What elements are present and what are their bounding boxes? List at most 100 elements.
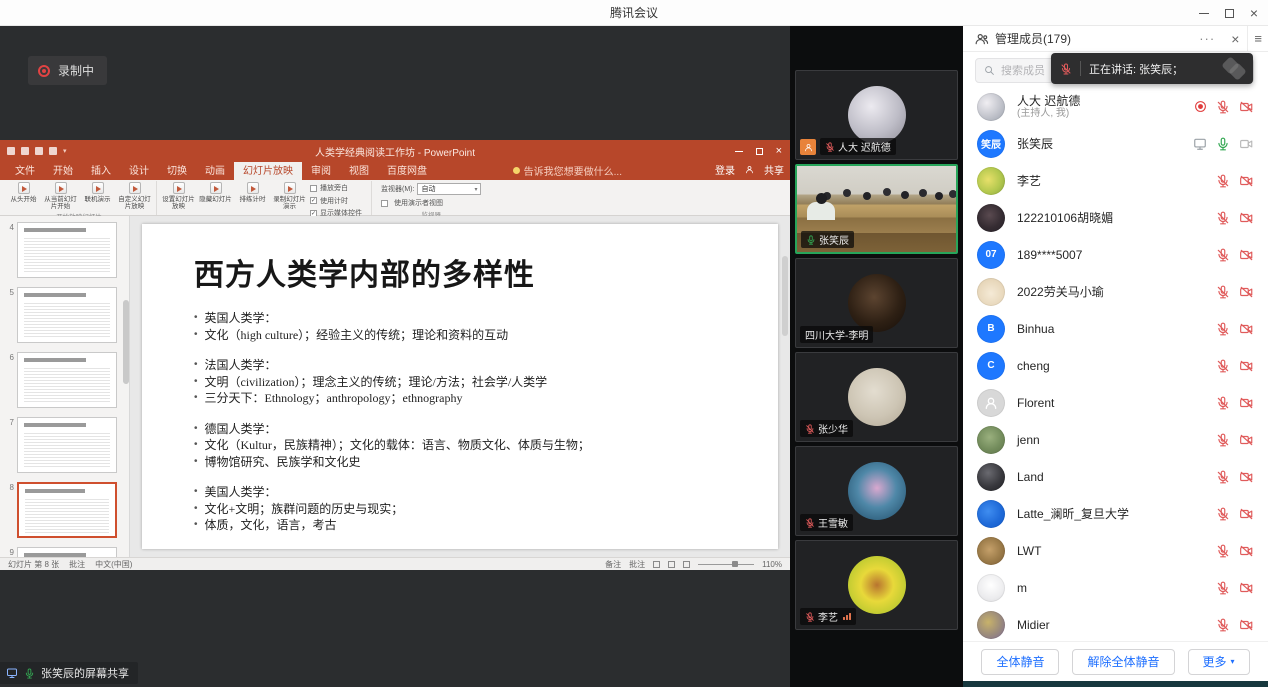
camera-toggle-icon[interactable] [1239,544,1254,558]
more-options-icon[interactable]: ··· [1191,31,1223,46]
slideshow-view-icon[interactable] [683,561,690,568]
mic-toggle-icon[interactable] [1216,211,1230,225]
mic-toggle-icon[interactable] [1216,470,1230,484]
slide-thumbnail-preview[interactable] [17,287,117,343]
member-row[interactable]: m [963,569,1268,606]
normal-view-icon[interactable] [653,561,660,568]
tell-me-box[interactable]: 告诉我您想要做什么... [505,161,630,181]
quick-access-toolbar[interactable]: ▾ [7,147,67,155]
ribbon-button[interactable]: 从当前幻灯片开始 [44,181,77,210]
video-tile[interactable]: 王雪敏 [795,446,958,536]
member-row[interactable]: 07 189****5007 [963,236,1268,273]
camera-toggle-icon[interactable] [1239,285,1254,299]
ribbon-tab[interactable]: 开始 [44,160,82,180]
slide-thumbnail[interactable]: 4 [4,222,117,278]
status-item[interactable]: 批注 [629,559,645,570]
mic-toggle-icon[interactable] [1216,507,1230,521]
ribbon-button[interactable]: 设置幻灯片放映 [162,181,195,210]
slide-thumbnail[interactable]: 7 [4,417,117,473]
slideshow-icon[interactable] [49,147,57,155]
member-row[interactable]: 笑辰 张笑辰 [963,125,1268,162]
camera-toggle-icon[interactable] [1239,581,1254,595]
ribbon-button[interactable]: 从头开始 [7,181,40,203]
presenter-view-checkbox[interactable]: 使用演示者视图 [381,198,481,208]
video-tile[interactable]: 四川大学-李明 [795,258,958,348]
ribbon-button[interactable]: 联机演示 [81,181,114,203]
camera-toggle-icon[interactable] [1239,433,1254,447]
mic-toggle-icon[interactable] [1216,174,1230,188]
more-button[interactable]: 更多 ▾ [1188,649,1250,675]
ribbon-button[interactable]: 隐藏幻灯片 [199,181,232,203]
ribbon-tab[interactable]: 动画 [196,160,234,180]
slide-thumbnail-preview[interactable] [17,482,117,538]
mic-toggle-icon[interactable] [1216,618,1230,632]
member-row[interactable]: 122210106胡晓媚 [963,199,1268,236]
ppt-close-icon[interactable]: × [776,146,782,157]
zoom-slider[interactable] [698,564,754,565]
mic-toggle-icon[interactable] [1216,581,1230,595]
ribbon-checkbox[interactable]: 使用计时 [310,196,362,206]
slide-thumbnail-preview[interactable] [17,222,117,278]
video-tile[interactable]: 人大 迟航德 [795,70,958,160]
mic-toggle-icon[interactable] [1216,544,1230,558]
member-row[interactable]: Latte_澜昕_复旦大学 [963,495,1268,532]
ribbon-button[interactable]: 录制幻灯片演示 [273,181,306,210]
ribbon-checkbox[interactable]: 播放旁白 [310,183,362,193]
member-row[interactable]: C cheng [963,347,1268,384]
slide-thumbnail-preview[interactable] [17,417,117,473]
slide-thumbnail[interactable]: 6 [4,352,117,408]
signin-button[interactable]: 登录 [715,162,735,177]
ppt-minimize-icon[interactable] [735,151,743,152]
ribbon-tab[interactable]: 视图 [340,160,378,180]
camera-toggle-icon[interactable] [1239,211,1254,225]
monitor-select[interactable]: 自动 ▾ [417,183,481,195]
close-icon[interactable]: × [1250,6,1258,20]
camera-toggle-icon[interactable] [1239,470,1254,484]
member-row[interactable]: Land [963,458,1268,495]
member-row[interactable]: LWT [963,532,1268,569]
member-row[interactable]: Midier [963,606,1268,641]
ribbon-button[interactable]: 自定义幻灯片放映 [118,181,151,210]
slide-thumbnail[interactable]: 9 [4,547,117,557]
zoom-level[interactable]: 110% [762,560,782,569]
camera-toggle-icon[interactable] [1239,137,1254,151]
camera-toggle-icon[interactable] [1239,100,1254,114]
mic-toggle-icon[interactable] [1216,433,1230,447]
undo-icon[interactable] [21,147,29,155]
member-row[interactable]: jenn [963,421,1268,458]
camera-toggle-icon[interactable] [1239,359,1254,373]
ppt-share-button[interactable]: 共享 [764,162,784,177]
minimize-icon[interactable] [1199,13,1209,14]
slide-thumbnail-panel[interactable]: 4 5 [0,216,130,557]
slide-sorter-icon[interactable] [668,561,675,568]
member-row[interactable]: Florent [963,384,1268,421]
checkbox-icon[interactable] [310,197,317,204]
members-list[interactable]: 人大 迟航德 (主持人, 我) [963,88,1268,641]
ribbon-tab[interactable]: 设计 [120,160,158,180]
qat-caret-icon[interactable]: ▾ [63,147,67,155]
slide-thumbnail[interactable]: 5 [4,287,117,343]
camera-toggle-icon[interactable] [1239,618,1254,632]
status-item[interactable]: 备注 [605,559,621,570]
member-row[interactable]: B Binhua [963,310,1268,347]
mute-all-button[interactable]: 全体静音 [981,649,1059,675]
mic-toggle-icon[interactable] [1216,137,1230,151]
ppt-restore-icon[interactable] [756,148,763,155]
mic-toggle-icon[interactable] [1216,396,1230,410]
slide-thumbnail-preview[interactable] [17,352,117,408]
slide-scrollbar[interactable] [782,256,788,336]
mic-toggle-icon[interactable] [1216,359,1230,373]
camera-toggle-icon[interactable] [1239,507,1254,521]
unmute-all-button[interactable]: 解除全体静音 [1072,649,1174,675]
close-panel-icon[interactable]: × [1223,31,1247,47]
member-row[interactable]: 人大 迟航德 (主持人, 我) [963,88,1268,125]
video-tile[interactable]: 张笑辰 [795,164,958,254]
member-row[interactable]: 2022劳关马小瑜 [963,273,1268,310]
slide-thumbnail-preview[interactable] [17,547,117,557]
save-icon[interactable] [7,147,15,155]
mic-toggle-icon[interactable] [1216,285,1230,299]
mic-toggle-icon[interactable] [1216,248,1230,262]
camera-toggle-icon[interactable] [1239,174,1254,188]
ribbon-button[interactable]: 排练计时 [236,181,269,203]
panel-menu-icon[interactable]: ≡ [1247,26,1268,52]
